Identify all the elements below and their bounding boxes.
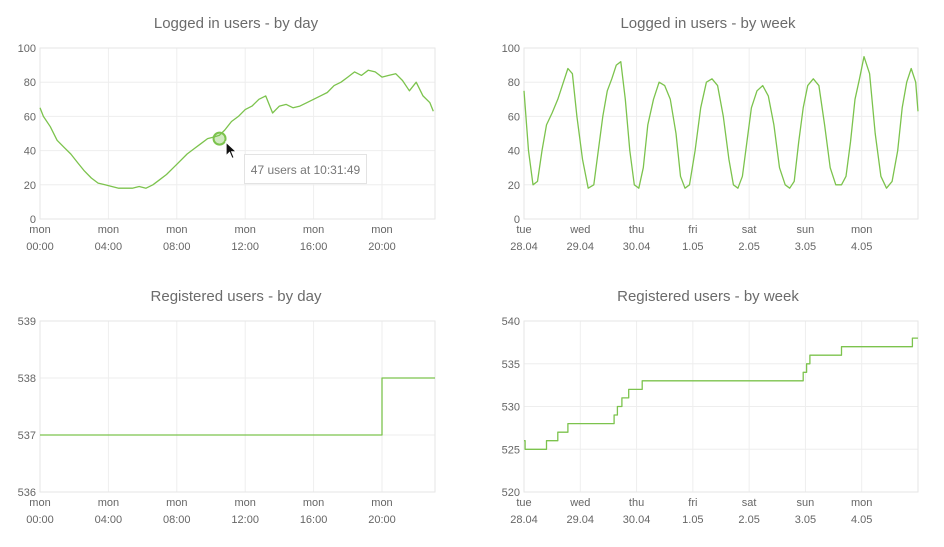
series-line	[523, 55, 919, 189]
x-tick-label: mon	[98, 497, 119, 509]
x-tick-label: tue	[516, 497, 531, 509]
x-tick-label: sun	[797, 224, 815, 236]
x-tick-label: mon	[166, 497, 187, 509]
x-tick-label: 04:00	[95, 514, 123, 526]
x-tick-label: 08:00	[163, 514, 191, 526]
x-tick-label: mon	[851, 224, 872, 236]
x-tick-label: 30.04	[623, 514, 651, 526]
panel-registered-week: Registered users - by week 520 525 530 535 5…	[472, 288, 944, 538]
panel-logged-day: Logged in users - by day 0 20 40 60 80 100 mon…	[0, 15, 472, 265]
x-tick-label: tue	[516, 224, 531, 236]
y-tick-label: 60	[508, 111, 520, 123]
y-tick-label: 540	[502, 316, 520, 328]
panel-logged-week: Logged in users - by week 0 20 40 60 80 100 tu…	[472, 15, 944, 265]
x-tick-label: 3.05	[795, 241, 816, 253]
x-tick-label: sun	[797, 497, 815, 509]
x-tick-label: mon	[234, 497, 255, 509]
x-tick-label: 1.05	[682, 514, 703, 526]
y-tick-label: 40	[24, 146, 36, 158]
x-tick-label: 08:00	[163, 241, 191, 253]
x-tick-label: 29.04	[567, 241, 595, 253]
series-line	[524, 337, 918, 450]
x-tick-label: sat	[742, 497, 757, 509]
y-tick-label: 530	[502, 402, 520, 414]
x-tick-label: 16:00	[300, 241, 328, 253]
y-tick-label: 20	[508, 180, 520, 192]
y-tick-label: 100	[18, 43, 36, 55]
x-tick-label: 3.05	[795, 514, 816, 526]
x-tick-label: mon	[98, 224, 119, 236]
x-tick-label: mon	[371, 497, 392, 509]
x-tick-label: fri	[688, 224, 697, 236]
x-tick-label: wed	[569, 224, 590, 236]
x-tick-label: 20:00	[368, 514, 396, 526]
y-tick-label: 20	[24, 180, 36, 192]
x-tick-label: 12:00	[231, 241, 259, 253]
y-tick-label: 80	[24, 77, 36, 89]
plot-frame	[39, 320, 436, 493]
x-tick-label: sat	[742, 224, 757, 236]
x-tick-label: 04:00	[95, 241, 123, 253]
y-tick-label: 535	[502, 359, 520, 371]
x-tick-label: mon	[851, 497, 872, 509]
y-tick-label: 525	[502, 444, 520, 456]
x-tick-label: thu	[629, 497, 644, 509]
hover-tooltip: 47 users at 10:31:49	[244, 154, 367, 184]
x-tick-label: 2.05	[738, 241, 759, 253]
x-tick-label: mon	[303, 497, 324, 509]
chart-registered-week: 520525530535540tue28.04wed29.04thu30.04f…	[502, 316, 919, 526]
chart-logged-day: 020406080100mon00:00mon04:00mon08:00mon1…	[18, 43, 436, 253]
x-tick-label: 28.04	[510, 241, 538, 253]
series-line	[39, 69, 434, 189]
x-tick-label: mon	[166, 224, 187, 236]
x-tick-label: 30.04	[623, 241, 651, 253]
x-tick-label: 4.05	[851, 241, 872, 253]
x-tick-label: 1.05	[682, 241, 703, 253]
y-tick-label: 80	[508, 77, 520, 89]
x-tick-label: 4.05	[851, 514, 872, 526]
x-tick-label: thu	[629, 224, 644, 236]
panel-registered-day: Registered users - by day 536 537 538 539 mo…	[0, 288, 472, 538]
plot-frame	[523, 47, 919, 220]
chart-logged-week: 020406080100tue28.04wed29.04thu30.04fri1…	[502, 43, 919, 253]
plot-frame	[39, 47, 436, 220]
y-tick-label: 538	[18, 373, 36, 385]
x-tick-label: 12:00	[231, 514, 259, 526]
y-tick-label: 60	[24, 111, 36, 123]
hover-marker	[212, 131, 227, 146]
x-tick-label: mon	[371, 224, 392, 236]
x-tick-label: mon	[29, 224, 50, 236]
x-tick-label: fri	[688, 497, 697, 509]
x-tick-label: wed	[569, 497, 590, 509]
y-tick-label: 40	[508, 146, 520, 158]
chart-registered-day: 536537538539mon00:00mon04:00mon08:00mon1…	[18, 316, 436, 526]
x-tick-label: mon	[303, 224, 324, 236]
mouse-cursor-icon	[225, 141, 239, 160]
x-tick-label: 2.05	[738, 514, 759, 526]
y-tick-label: 539	[18, 316, 36, 328]
x-tick-label: mon	[29, 497, 50, 509]
y-tick-label: 537	[18, 430, 36, 442]
x-tick-label: mon	[234, 224, 255, 236]
x-tick-label: 20:00	[368, 241, 396, 253]
x-tick-label: 28.04	[510, 514, 538, 526]
series-line	[40, 377, 435, 436]
x-tick-label: 16:00	[300, 514, 328, 526]
x-tick-label: 00:00	[26, 241, 54, 253]
x-tick-label: 00:00	[26, 514, 54, 526]
y-tick-label: 100	[502, 43, 520, 55]
x-tick-label: 29.04	[567, 514, 595, 526]
